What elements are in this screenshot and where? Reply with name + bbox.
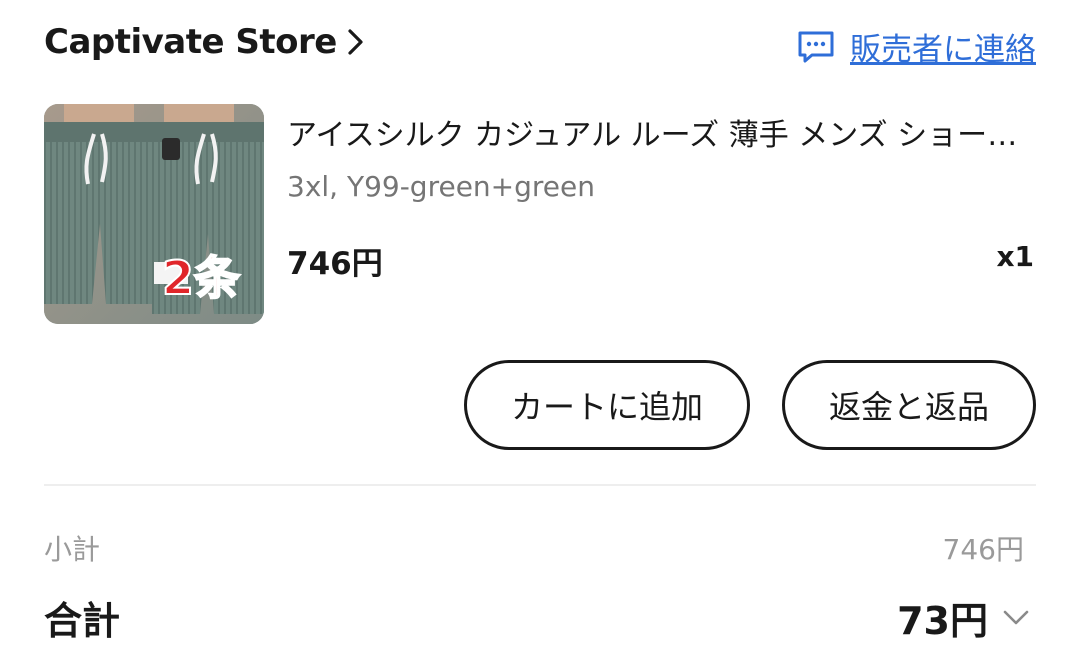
store-name[interactable]: Captivate Store xyxy=(44,22,337,62)
product-quantity: x1 xyxy=(996,240,1034,273)
order-item-card: Captivate Store 販売者に連絡 2条 アイスシルク カジュアル ル… xyxy=(0,0,1080,648)
image-badge: 2条 xyxy=(162,251,240,305)
subtotal-value: 746円 xyxy=(942,533,1024,566)
chevron-right-icon[interactable] xyxy=(347,27,365,57)
chevron-down-icon[interactable] xyxy=(1002,609,1030,627)
product-title[interactable]: アイスシルク カジュアル ルーズ 薄手 メンズ ショートパンツ xyxy=(287,110,1037,154)
refund-return-button[interactable]: 返金と返品 xyxy=(782,360,1036,450)
contact-seller-link[interactable]: 販売者に連絡 xyxy=(796,24,1036,69)
add-to-cart-button[interactable]: カートに追加 xyxy=(464,360,750,450)
chat-icon xyxy=(798,31,834,62)
total-toggle[interactable]: 73円 xyxy=(897,590,1030,645)
total-label: 合計 xyxy=(44,599,121,643)
divider xyxy=(44,484,1036,486)
contact-seller-label[interactable]: 販売者に連絡 xyxy=(850,24,1036,69)
product-image[interactable]: 2条 xyxy=(44,104,264,324)
shorts-image: 2条 xyxy=(44,104,264,324)
subtotal-label: 小計 xyxy=(44,533,101,566)
product-price: 746円 xyxy=(287,246,383,282)
store-header[interactable]: Captivate Store xyxy=(44,22,365,62)
product-variant: 3xl, Y99-green+green xyxy=(287,170,595,203)
total-value: 73円 xyxy=(897,599,988,643)
